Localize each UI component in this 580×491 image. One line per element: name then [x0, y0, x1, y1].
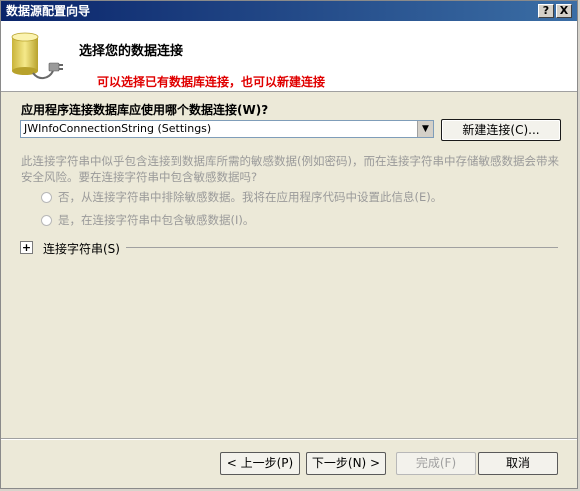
sensitive-data-info: 此连接字符串中似乎包含连接到数据库所需的敏感数据(例如密码)，而在连接字符串中存… — [21, 154, 559, 184]
radio-icon[interactable] — [41, 192, 52, 203]
wizard-window: 数据源配置向导 ? X 选择您的数据连接 可以选择已有数据库连接，也可以新建连接… — [0, 0, 578, 489]
footer-separator — [1, 438, 577, 440]
section-divider — [126, 247, 558, 248]
next-button[interactable]: 下一步(N) > — [306, 452, 386, 475]
connection-question-label: 应用程序连接数据库应使用哪个数据连接(W)? — [21, 103, 269, 117]
finish-button[interactable]: 完成(F) — [396, 452, 476, 475]
new-connection-button[interactable]: 新建连接(C)... — [441, 119, 561, 141]
database-connection-icon — [11, 32, 63, 79]
connection-dropdown[interactable]: JWInfoConnectionString (Settings) ▼ — [20, 120, 434, 138]
exclude-sensitive-label: 否，从连接字符串中排除敏感数据。我将在应用程序代码中设置此信息(E)。 — [58, 190, 443, 204]
include-sensitive-label: 是，在连接字符串中包含敏感数据(I)。 — [58, 213, 255, 227]
previous-button[interactable]: < 上一步(P) — [220, 452, 300, 475]
connection-string-label[interactable]: 连接字符串(S) — [43, 240, 120, 257]
radio-icon[interactable] — [41, 215, 52, 226]
window-title: 数据源配置向导 — [6, 4, 91, 18]
page-title: 选择您的数据连接 — [79, 44, 184, 59]
chevron-down-icon[interactable]: ▼ — [417, 121, 433, 137]
annotation-text: 可以选择已有数据库连接，也可以新建连接 — [97, 75, 326, 89]
title-bar: 数据源配置向导 ? X — [1, 1, 577, 21]
help-button[interactable]: ? — [538, 4, 554, 18]
expand-icon[interactable]: + — [20, 241, 33, 254]
cancel-button[interactable]: 取消 — [478, 452, 558, 475]
close-button[interactable]: X — [556, 4, 572, 18]
wizard-header: 选择您的数据连接 可以选择已有数据库连接，也可以新建连接 — [1, 21, 577, 92]
connection-dropdown-value: JWInfoConnectionString (Settings) — [24, 122, 212, 135]
include-sensitive-option[interactable]: 是，在连接字符串中包含敏感数据(I)。 — [41, 212, 254, 228]
exclude-sensitive-option[interactable]: 否，从连接字符串中排除敏感数据。我将在应用程序代码中设置此信息(E)。 — [41, 189, 442, 205]
